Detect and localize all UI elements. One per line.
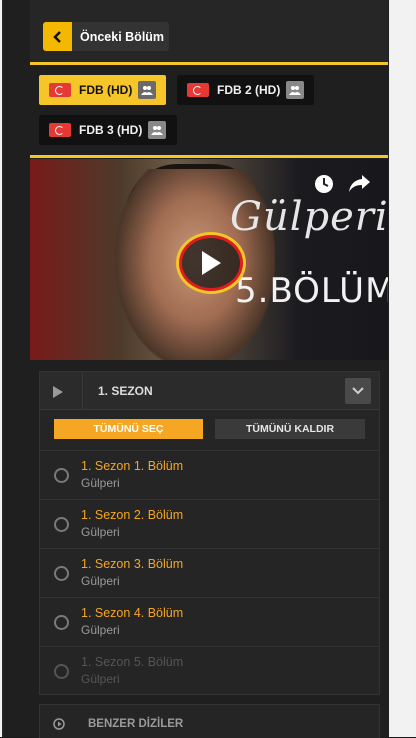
episode-item-current[interactable]: 1. Sezon 5. Bölüm Gülperi	[40, 646, 379, 695]
source-fdb2[interactable]: FDB 2 (HD)	[177, 75, 314, 105]
radio-icon[interactable]	[54, 566, 69, 581]
source-fdb3[interactable]: FDB 3 (HD)	[39, 115, 177, 145]
episode-subtitle: Gülperi	[81, 574, 120, 588]
episode-title: 1. Sezon 3. Bölüm	[81, 557, 184, 571]
divider	[82, 372, 83, 409]
episode-item[interactable]: 1. Sezon 4. Bölüm Gülperi	[40, 597, 379, 646]
users-icon	[286, 81, 305, 99]
episode-item[interactable]: 1. Sezon 3. Bölüm Gülperi	[40, 548, 379, 597]
episode-subtitle: Gülperi	[81, 623, 120, 637]
season-panel: 1. SEZON TÜMÜNÜ SEÇ TÜMÜNÜ KALDIR 1. Sez…	[39, 371, 380, 695]
episode-title: 1. Sezon 4. Bölüm	[81, 606, 184, 620]
source-label: FDB 3 (HD)	[79, 123, 143, 137]
similar-series-section[interactable]: BENZER DİZİLER	[39, 704, 380, 738]
episode-subtitle: Gülperi	[81, 525, 120, 539]
video-series-title: Gülperi	[230, 194, 388, 240]
play-arrow-icon	[52, 385, 64, 403]
divider-top	[30, 62, 388, 65]
video-episode-title: 5.BÖLÜM	[235, 271, 388, 311]
radio-icon[interactable]	[54, 517, 69, 532]
turkey-flag-icon	[49, 123, 71, 137]
episode-title: 1. Sezon 2. Bölüm	[81, 508, 184, 522]
episode-subtitle: Gülperi	[81, 672, 120, 686]
previous-episode-button[interactable]: Önceki Bölüm	[43, 22, 169, 51]
episode-item[interactable]: 1. Sezon 2. Bölüm Gülperi	[40, 499, 379, 548]
season-dropdown-button[interactable]	[345, 378, 371, 404]
play-button[interactable]	[176, 232, 246, 294]
users-icon	[138, 81, 157, 99]
episode-title: 1. Sezon 1. Bölüm	[81, 459, 184, 473]
turkey-flag-icon	[49, 83, 71, 97]
episode-subtitle: Gülperi	[81, 476, 120, 490]
season-header[interactable]: 1. SEZON	[40, 372, 379, 410]
play-icon	[202, 251, 221, 275]
video-player[interactable]: Gülperi 5.BÖLÜM	[30, 159, 388, 360]
remove-all-button[interactable]: TÜMÜNÜ KALDIR	[215, 419, 365, 439]
source-label: FDB (HD)	[79, 83, 133, 97]
play-circle-icon	[53, 717, 65, 735]
similar-series-label: BENZER DİZİLER	[88, 718, 184, 730]
divider-video	[30, 155, 388, 158]
radio-icon[interactable]	[54, 664, 69, 679]
select-all-button[interactable]: TÜMÜNÜ SEÇ	[54, 419, 203, 439]
users-icon	[148, 121, 167, 139]
watch-later-icon[interactable]	[313, 173, 335, 200]
scrollbar[interactable]	[390, 0, 412, 737]
chevron-left-icon	[43, 22, 72, 51]
source-label: FDB 2 (HD)	[217, 83, 281, 97]
previous-episode-label: Önceki Bölüm	[80, 29, 165, 44]
episode-title: 1. Sezon 5. Bölüm	[81, 655, 184, 669]
radio-icon[interactable]	[54, 468, 69, 483]
turkey-flag-icon	[187, 83, 209, 97]
source-fdb[interactable]: FDB (HD)	[39, 75, 166, 105]
share-icon[interactable]	[348, 173, 372, 198]
chevron-down-icon	[352, 387, 364, 395]
episode-item[interactable]: 1. Sezon 1. Bölüm Gülperi	[40, 450, 379, 499]
radio-icon[interactable]	[54, 615, 69, 630]
season-name: 1. SEZON	[98, 384, 153, 398]
